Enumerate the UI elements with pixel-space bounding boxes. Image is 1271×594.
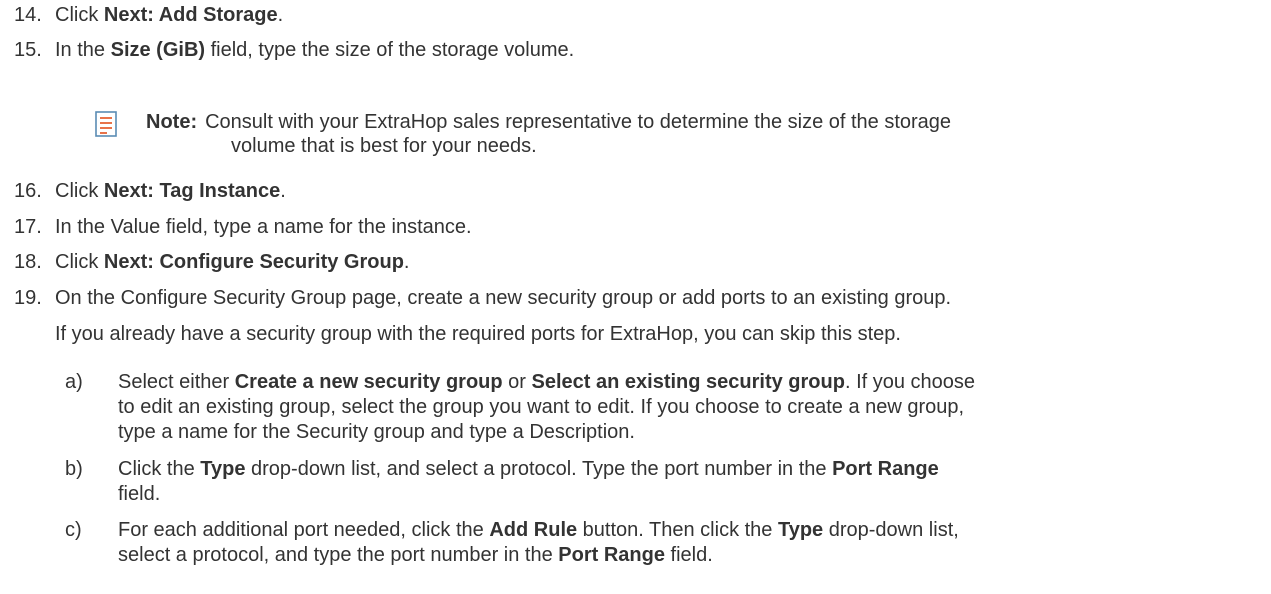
ui-label-next-add-storage: Next: Add Storage: [103, 4, 278, 26]
step-number: 19.: [14, 287, 42, 309]
step-14: 14. Click Next: Add Storage.: [14, 3, 283, 27]
note-line-1: Note: Consult with your ExtraHop sales re…: [146, 110, 951, 134]
substep-text: Click the: [118, 458, 201, 480]
step-text: In the: [55, 39, 111, 61]
substep-c-line-2: select a protocol, and type the port num…: [118, 543, 713, 567]
substep-letter-c: c): [65, 519, 82, 541]
ui-label-type: Type: [777, 519, 824, 541]
step-number: 14.: [14, 4, 42, 26]
substep-a-line-3: type a name for the Security group and t…: [118, 421, 635, 443]
step-text: Click: [55, 4, 104, 26]
step-text-end: .: [403, 251, 410, 273]
substep-text: drop-down list,: [823, 519, 959, 541]
substep-text: select a protocol, and type the port num…: [118, 544, 559, 566]
substep-text: For each additional port needed, click t…: [118, 519, 490, 541]
ui-label-next-configure-security-group: Next: Configure Security Group: [103, 251, 404, 273]
note-icon: [95, 111, 117, 137]
step-text-end: field, type the size of the storage volu…: [205, 39, 575, 61]
step-19-continued: If you already have a security group wit…: [55, 323, 901, 345]
step-text: On the Configure Security Group page, cr…: [55, 287, 952, 309]
ui-label-add-rule: Add Rule: [489, 519, 578, 541]
substep-a-line-1: Select either Create a new security grou…: [118, 370, 975, 394]
substep-text: or: [502, 371, 532, 393]
step-number: 17.: [14, 216, 42, 238]
step-17: 17. In the Value field, type a name for t…: [14, 215, 472, 239]
substep-a-line-2: to edit an existing group, select the gr…: [118, 396, 965, 418]
substep-text: button. Then click the: [577, 519, 778, 541]
step-15: 15. In the Size (GiB) field, type the siz…: [14, 38, 574, 62]
step-text-end: .: [277, 4, 284, 26]
ui-label-port-range: Port Range: [832, 458, 939, 480]
substep-letter-a: a): [65, 371, 83, 393]
step-18: 18. Click Next: Configure Security Group.: [14, 250, 409, 274]
ui-label-select-existing-security-group: Select an existing security group: [531, 371, 845, 393]
substep-text: Select either: [118, 371, 235, 393]
step-number: 16.: [14, 180, 42, 202]
note-text: Consult with your ExtraHop sales represe…: [205, 111, 952, 133]
step-number: 18.: [14, 251, 42, 273]
ui-label-create-new-security-group: Create a new security group: [234, 371, 503, 393]
step-19: 19. On the Configure Security Group page,…: [14, 286, 951, 310]
note-text-continued: volume that is best for your needs.: [231, 135, 537, 157]
substep-text: field.: [664, 544, 713, 566]
step-text: Click: [55, 180, 104, 202]
step-text: Click: [55, 251, 104, 273]
ui-label-type: Type: [200, 458, 246, 480]
note-label: Note:: [146, 111, 198, 133]
step-text-end: .: [280, 180, 286, 202]
note-line-2: volume that is best for your needs.: [231, 134, 537, 158]
substep-text: . If you choose: [844, 371, 976, 393]
step-16: 16. Click Next: Tag Instance.: [14, 179, 286, 203]
substep-b-line-1: Click the Type drop-down list, and selec…: [118, 457, 939, 481]
ui-label-size-gib: Size (GiB): [110, 39, 206, 61]
ui-label-port-range: Port Range: [558, 544, 665, 566]
substep-b-line-2: field.: [118, 483, 161, 505]
substep-text: drop-down list, and select a protocol. T…: [245, 458, 833, 480]
substep-letter-b: b): [65, 458, 83, 480]
ui-label-next-tag-instance: Next: Tag Instance: [103, 180, 281, 202]
substep-c-line-1: For each additional port needed, click t…: [118, 518, 959, 542]
step-text: In the Value field, type a name for the …: [55, 216, 472, 238]
step-number: 15.: [14, 39, 42, 61]
